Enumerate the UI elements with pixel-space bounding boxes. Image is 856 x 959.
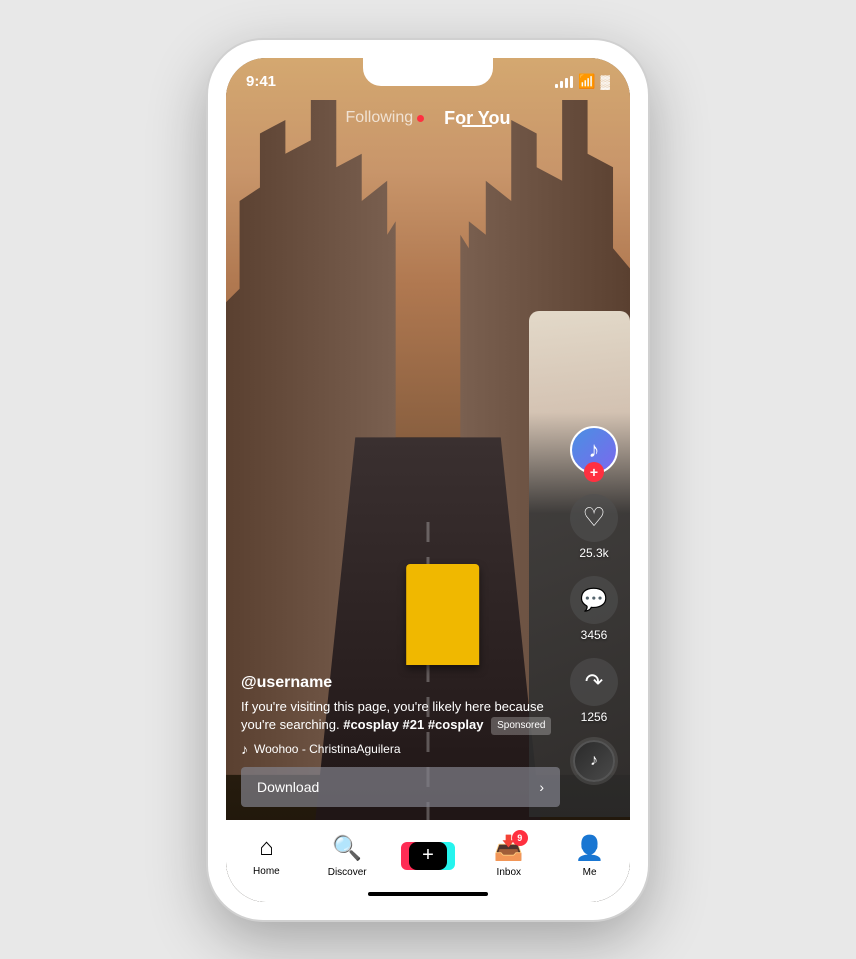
music-disc-icon: ♪ <box>590 752 598 770</box>
live-dot <box>417 115 424 122</box>
comment-count: 3456 <box>581 628 608 642</box>
avatar-container: ♪ + <box>570 426 618 474</box>
heart-icon: ♡ <box>582 502 605 533</box>
username[interactable]: @username <box>241 674 560 692</box>
search-icon: 🔍 <box>332 834 362 863</box>
share-icon: ↷ <box>585 669 603 695</box>
nav-item-inbox[interactable]: 📥 9 Inbox <box>468 834 549 878</box>
nav-item-me[interactable]: 👤 Me <box>549 834 630 878</box>
video-info: @username If you're visiting this page, … <box>241 674 560 807</box>
status-time: 9:41 <box>246 73 276 90</box>
follow-button[interactable]: + <box>584 462 604 482</box>
hashtag-cosplay[interactable]: #cosplay <box>343 717 399 732</box>
share-button[interactable]: ↷ <box>570 658 618 706</box>
download-arrow-icon: › <box>539 779 544 795</box>
signal-bars-icon <box>555 76 573 88</box>
nav-header: Following For You <box>226 98 630 139</box>
phone-notch <box>363 58 493 86</box>
profile-icon: 👤 <box>575 834 605 863</box>
hashtag-21[interactable]: #21 <box>403 717 425 732</box>
taxi <box>406 564 479 665</box>
nav-underline <box>462 125 492 127</box>
sponsored-badge: Sponsored <box>491 717 551 735</box>
download-label: Download <box>257 779 319 795</box>
like-button[interactable]: ♡ <box>570 494 618 542</box>
comment-action: 💬 3456 <box>570 576 618 642</box>
comment-button[interactable]: 💬 <box>570 576 618 624</box>
music-note-icon: ♪ <box>241 741 248 757</box>
music-line: ♪ Woohoo - ChristinaAguilera <box>241 741 560 757</box>
right-actions-sidebar: ♪ + ♡ 25.3k 💬 3456 ↷ <box>570 426 618 782</box>
discover-label: Discover <box>328 867 367 878</box>
nav-following[interactable]: Following <box>346 109 425 127</box>
status-icons: 📶 ▓ <box>555 73 610 90</box>
like-count: 25.3k <box>579 546 608 560</box>
share-action: ↷ 1256 <box>570 658 618 724</box>
following-label: Following <box>346 109 414 127</box>
download-button[interactable]: Download › <box>241 767 560 807</box>
phone-device: 9:41 📶 ▓ Following For You <box>208 40 648 920</box>
battery-icon: ▓ <box>601 74 610 89</box>
home-label: Home <box>253 866 280 877</box>
nav-item-add[interactable]: + <box>388 841 469 871</box>
add-icon: + <box>409 842 447 870</box>
bottom-navigation: ⌂ Home 🔍 Discover + 📥 9 <box>226 820 630 902</box>
tiktok-logo-icon: ♪ <box>589 437 600 463</box>
add-button[interactable]: + <box>405 841 451 871</box>
nav-for-you-container: For You <box>444 108 510 129</box>
wifi-icon: 📶 <box>578 73 595 90</box>
video-description: If you're visiting this page, you're lik… <box>241 698 560 735</box>
music-disc[interactable]: ♪ <box>573 740 615 782</box>
hashtag-cosplay2[interactable]: #cosplay <box>428 717 484 732</box>
inbox-badge: 9 <box>512 830 528 846</box>
home-indicator <box>368 892 488 896</box>
plus-icon: + <box>422 844 434 867</box>
like-action: ♡ 25.3k <box>570 494 618 560</box>
comment-icon: 💬 <box>580 587 607 613</box>
inbox-label: Inbox <box>497 867 521 878</box>
inbox-container: 📥 9 <box>494 834 524 863</box>
nav-item-discover[interactable]: 🔍 Discover <box>307 834 388 878</box>
me-label: Me <box>583 867 597 878</box>
nav-item-home[interactable]: ⌂ Home <box>226 834 307 877</box>
phone-screen: 9:41 📶 ▓ Following For You <box>226 58 630 902</box>
share-count: 1256 <box>581 710 608 724</box>
home-icon: ⌂ <box>259 834 274 862</box>
music-title: Woohoo - ChristinaAguilera <box>254 742 401 756</box>
